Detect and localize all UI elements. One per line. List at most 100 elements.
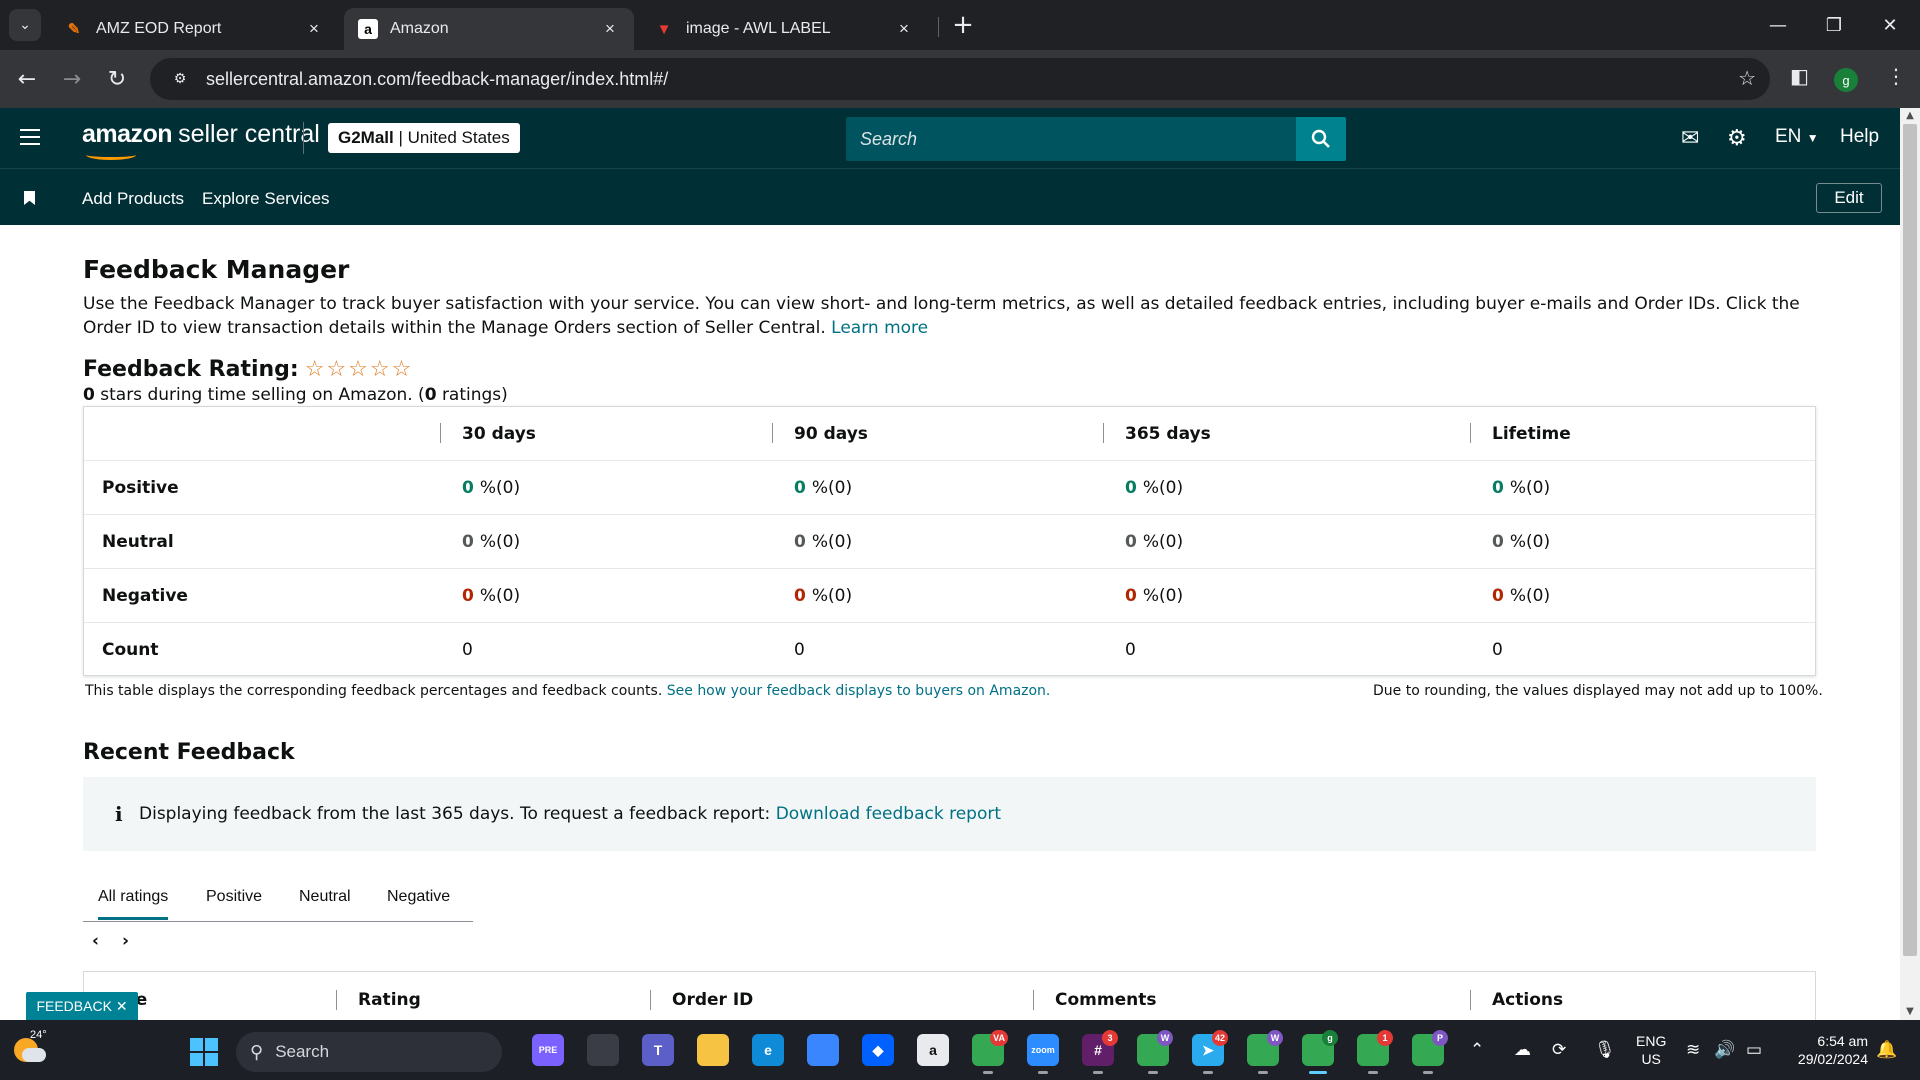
learn-more-link[interactable]: Learn more <box>831 318 928 338</box>
restore-icon: ❐ <box>1825 14 1843 36</box>
hamburger-menu-icon[interactable] <box>20 129 40 147</box>
taskbar-search[interactable]: ⚲ Search <box>236 1032 502 1072</box>
close-icon[interactable]: × <box>600 19 620 39</box>
seller-central-logo[interactable]: amazon seller central <box>82 120 320 160</box>
profile-avatar[interactable]: g <box>1834 68 1858 92</box>
main-content: Feedback Manager Use the Feedback Manage… <box>0 225 1900 1020</box>
chrome-g-icon[interactable]: g <box>1302 1030 1338 1066</box>
feedback-display-link[interactable]: See how your feedback displays to buyers… <box>667 683 1051 699</box>
forward-button[interactable]: → <box>57 64 87 94</box>
slack-icon[interactable]: #3 <box>1082 1030 1118 1066</box>
new-tab-button[interactable]: + <box>948 10 978 40</box>
metric-count: %(0) <box>1509 585 1551 606</box>
app-label: PRE <box>538 1045 558 1055</box>
back-button[interactable]: ← <box>12 64 42 94</box>
scroll-down-icon[interactable]: ▼ <box>1900 1004 1920 1020</box>
arrow-right-icon: → <box>62 66 82 92</box>
system-clock[interactable]: 6:54 am 29/02/2024 <box>1780 1032 1868 1068</box>
download-feedback-report-link[interactable]: Download feedback report <box>776 804 1001 824</box>
search-button[interactable] <box>1296 117 1346 161</box>
metric-percent: 0 <box>1492 585 1504 606</box>
tab-amz-eod-report[interactable]: ✎ AMZ EOD Report × <box>50 8 338 50</box>
running-indicator <box>1203 1071 1213 1074</box>
battery-icon[interactable]: ▭ <box>1746 1040 1762 1060</box>
weather-widget[interactable]: 24° <box>14 1029 48 1066</box>
task-view-icon[interactable] <box>587 1034 619 1066</box>
file-explorer-icon[interactable] <box>697 1034 729 1066</box>
feedback-widget-button[interactable]: FEEDBACK ✕ <box>26 992 138 1020</box>
info-message: Displaying feedback from the last 365 da… <box>139 804 771 824</box>
close-icon[interactable]: ✕ <box>116 998 128 1015</box>
app-label: ◆ <box>872 1041 884 1058</box>
minimize-button[interactable]: — <box>1758 8 1798 42</box>
teams-icon[interactable]: T <box>642 1034 674 1066</box>
close-icon[interactable]: × <box>304 19 324 39</box>
pagination-prev-icon[interactable]: ‹ <box>92 931 99 951</box>
pagination-next-icon[interactable]: › <box>122 931 129 951</box>
side-panel-icon[interactable]: ◧ <box>1790 64 1809 88</box>
gear-icon[interactable]: ⚙ <box>1727 126 1747 151</box>
nav-add-products[interactable]: Add Products <box>82 189 184 209</box>
site-info-icon[interactable]: ⚙ <box>160 71 200 87</box>
scrollbar-thumb[interactable] <box>1903 124 1917 956</box>
column-header-90-days: 90 days <box>794 423 868 444</box>
copilot-pre-icon[interactable]: PRE <box>532 1034 564 1066</box>
bookmark-star-icon[interactable]: ☆ <box>1738 66 1756 90</box>
chrome-w-icon[interactable]: W <box>1137 1030 1173 1066</box>
metric-cell: 0 %(0) <box>1125 569 1183 622</box>
page-title: Feedback Manager <box>83 255 350 284</box>
chrome-w2-icon[interactable]: W <box>1247 1030 1283 1066</box>
tab-positive[interactable]: Positive <box>206 888 262 906</box>
edge-icon[interactable]: e <box>752 1034 784 1066</box>
page-scrollbar[interactable]: ▲ ▼ <box>1900 108 1920 1020</box>
sync-icon[interactable]: ⟳ <box>1552 1040 1566 1060</box>
tab-awl-label[interactable]: ▼ image - AWL LABEL × <box>640 8 928 50</box>
help-link[interactable]: Help <box>1840 126 1879 148</box>
input-language[interactable]: ENG US <box>1636 1032 1666 1068</box>
column-divider <box>1470 423 1471 443</box>
tab-amazon[interactable]: a Amazon × <box>344 8 634 50</box>
kebab-menu-icon[interactable]: ⋮ <box>1886 64 1906 88</box>
chevron-up-icon[interactable]: ⌃ <box>1470 1040 1484 1060</box>
store-selector[interactable]: G2Mall | United States <box>328 123 520 153</box>
start-button[interactable] <box>190 1038 218 1066</box>
close-window-button[interactable]: ✕ <box>1870 8 1910 42</box>
search-input[interactable]: Search <box>846 117 1296 161</box>
nav-explore-services[interactable]: Explore Services <box>202 189 330 209</box>
tab-negative[interactable]: Negative <box>387 888 450 906</box>
restore-button[interactable]: ❐ <box>1814 8 1854 42</box>
amazon-smile-icon <box>86 150 136 160</box>
microphone-icon[interactable]: 🎙 <box>1594 1040 1616 1060</box>
running-indicator <box>1368 1071 1378 1074</box>
onedrive-icon[interactable]: ☁ <box>1514 1040 1531 1060</box>
close-icon[interactable]: × <box>894 19 914 39</box>
address-bar[interactable]: ⚙ sellercentral.amazon.com/feedback-mana… <box>150 58 1770 100</box>
telegram-icon[interactable]: ➤ 42 <box>1192 1030 1228 1066</box>
tab-all-ratings[interactable]: All ratings <box>98 888 169 920</box>
wifi-icon[interactable]: ≋ <box>1686 1040 1700 1060</box>
chrome-va-icon[interactable]: VA <box>972 1030 1008 1066</box>
dropbox-icon[interactable]: ◆ <box>862 1034 894 1066</box>
notification-badge: 3 <box>1102 1030 1118 1046</box>
intro-body: Use the Feedback Manager to track buyer … <box>83 294 1800 338</box>
rounding-note: Due to rounding, the values displayed ma… <box>1373 683 1823 699</box>
app-label: zoom <box>1031 1045 1055 1055</box>
tab-search-button[interactable]: ⌄ <box>9 9 41 41</box>
chrome-p-icon[interactable]: P <box>1412 1030 1448 1066</box>
scroll-up-icon[interactable]: ▲ <box>1900 108 1920 124</box>
language-selector[interactable]: EN ▼ <box>1775 126 1819 148</box>
bookmark-icon[interactable] <box>24 191 35 205</box>
metric-percent: 0 <box>462 531 474 552</box>
column-divider <box>650 990 651 1010</box>
mail-icon[interactable]: ✉ <box>1681 126 1699 151</box>
zoom-icon[interactable]: zoom <box>1027 1034 1059 1066</box>
reload-button[interactable]: ↻ <box>102 64 132 94</box>
metric-cell: 0 %(0) <box>1492 569 1550 622</box>
store-icon[interactable] <box>807 1034 839 1066</box>
chrome-1-icon[interactable]: 1 <box>1357 1030 1393 1066</box>
volume-icon[interactable]: 🔊 <box>1714 1040 1735 1060</box>
amazon-icon[interactable]: a <box>917 1034 949 1066</box>
edit-nav-button[interactable]: Edit <box>1816 183 1882 213</box>
tab-neutral[interactable]: Neutral <box>299 888 351 906</box>
notification-bell-icon[interactable]: 🔔 <box>1876 1040 1897 1060</box>
